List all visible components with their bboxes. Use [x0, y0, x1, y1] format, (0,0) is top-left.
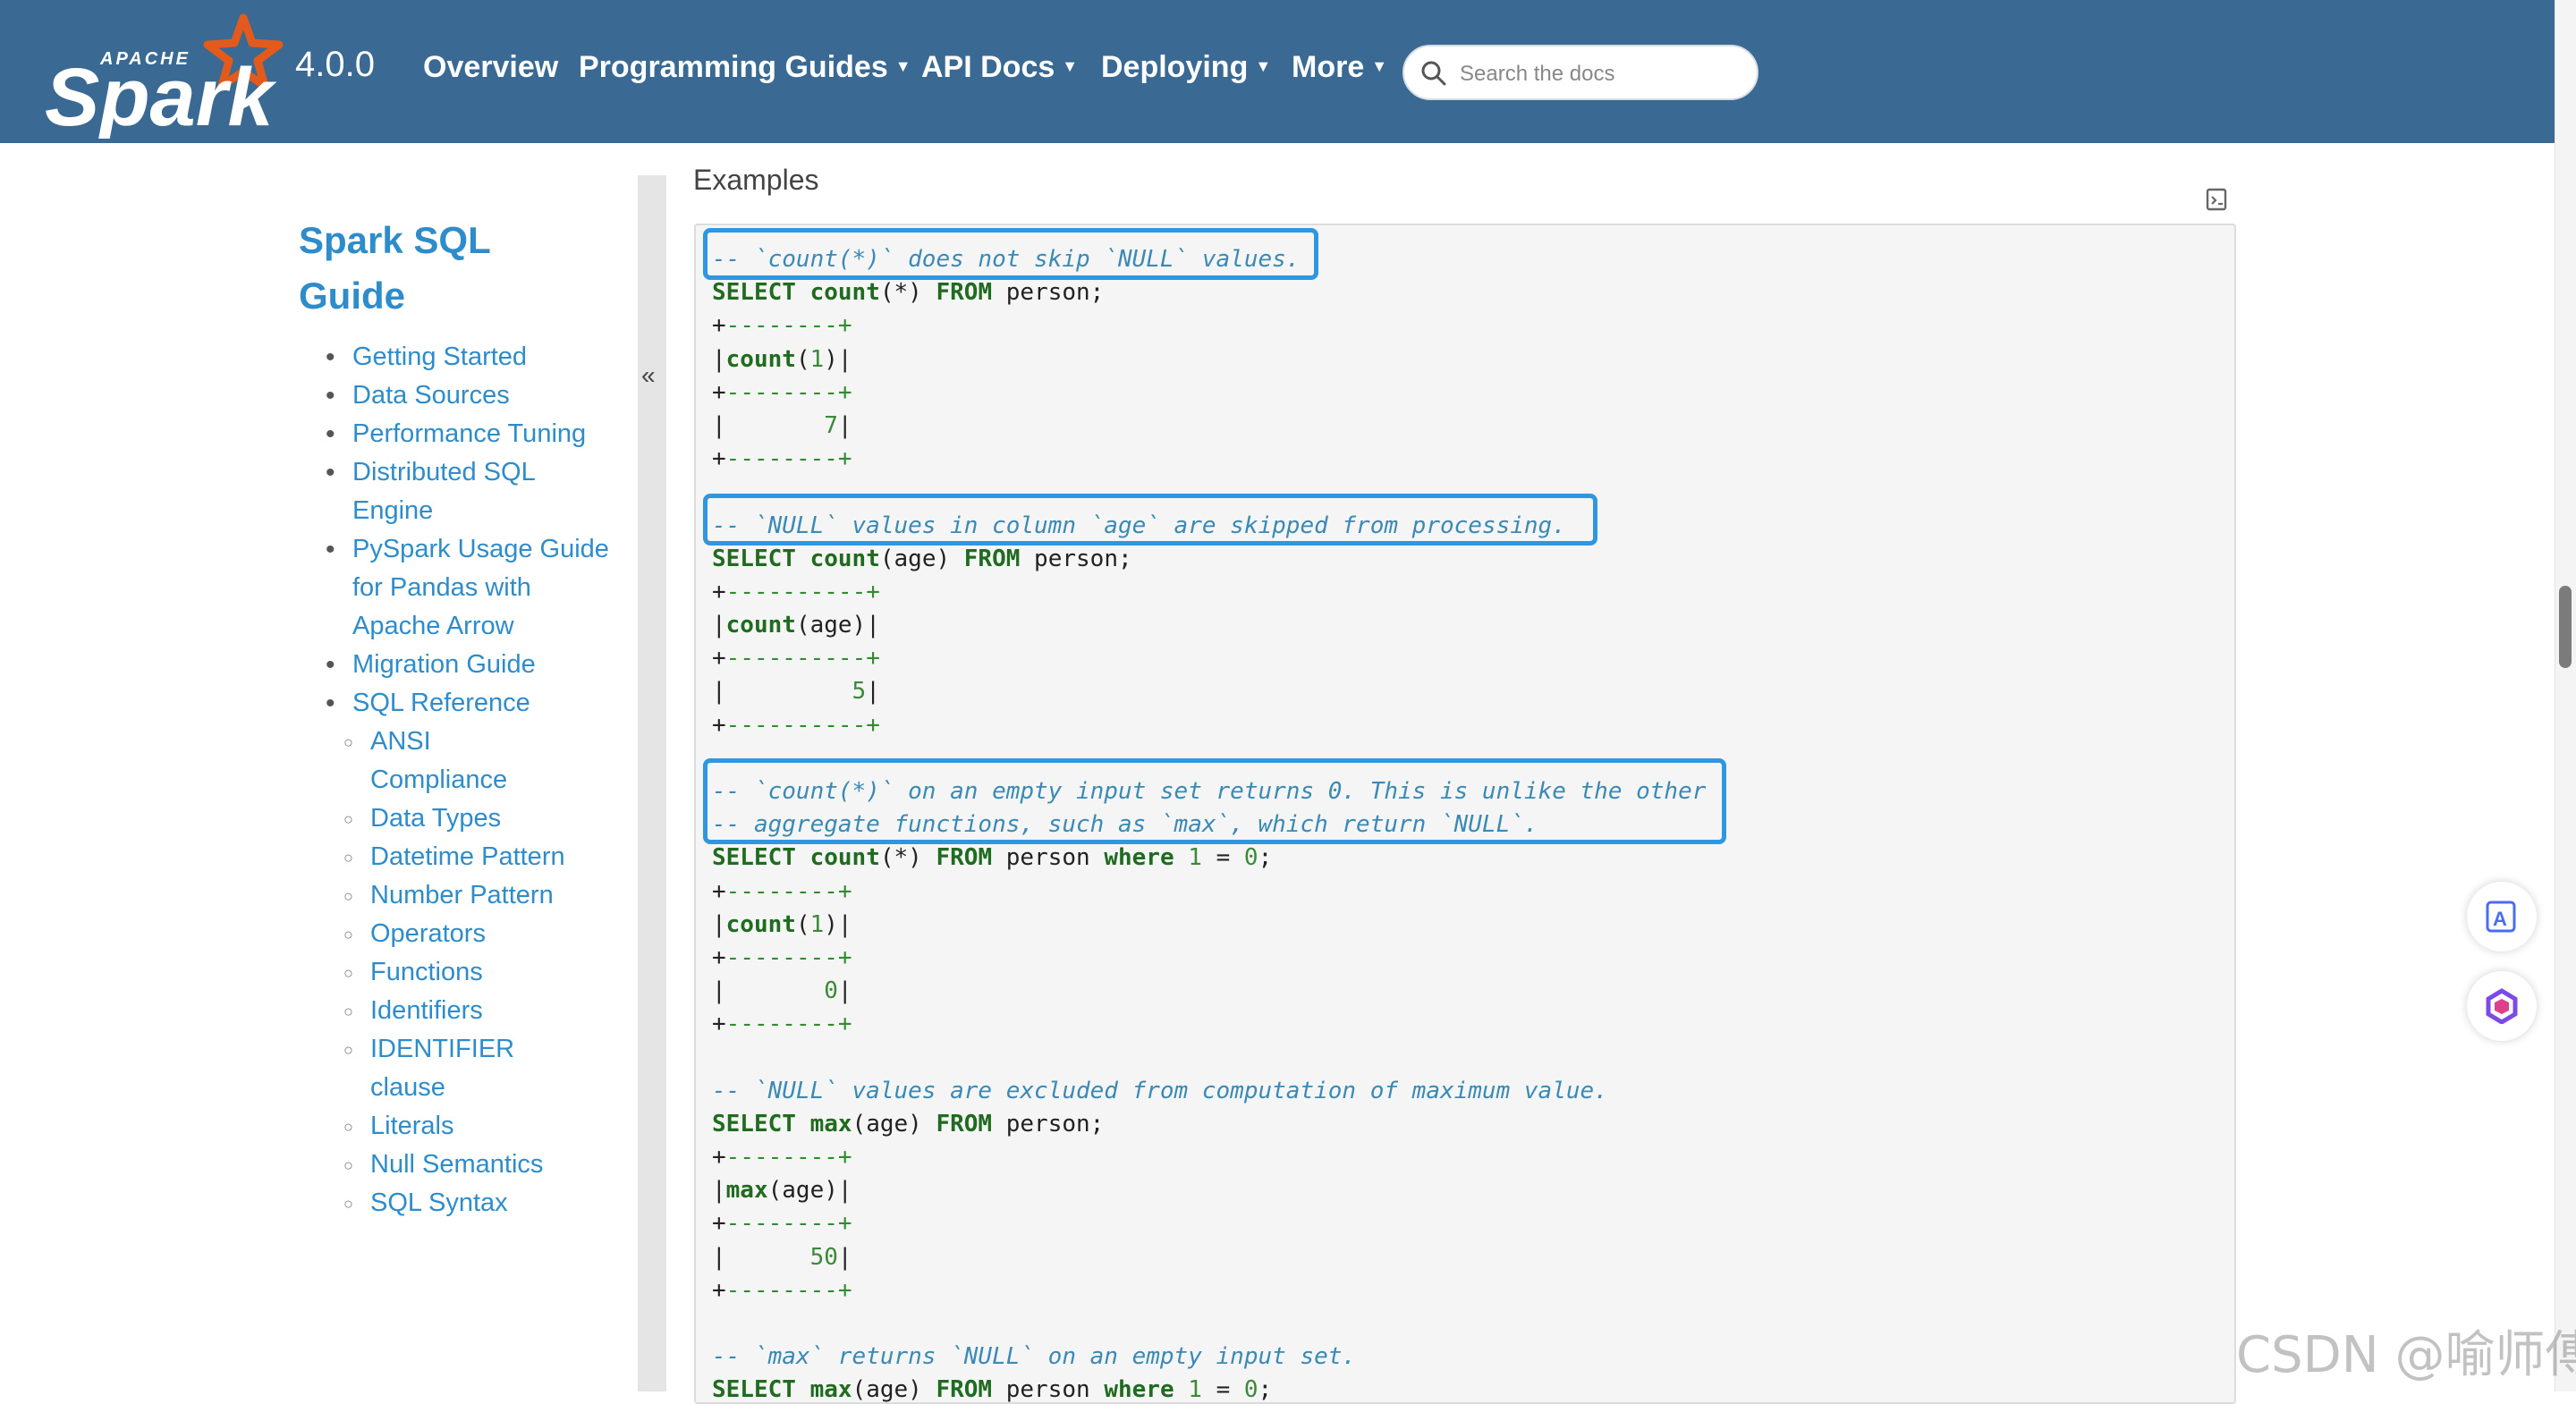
- scrollbar-thumb[interactable]: [2559, 586, 2572, 668]
- nav-deploying[interactable]: Deploying ▼: [1101, 50, 1271, 85]
- svg-text:Spark: Spark: [45, 52, 277, 139]
- code-line: | 5|: [712, 678, 880, 706]
- search-icon: [1421, 61, 1446, 86]
- code-line: | 7|: [712, 411, 852, 439]
- code-line: +----------+: [712, 645, 880, 672]
- csdn-watermark: CSDN @喻师傅: [2236, 1326, 2576, 1384]
- sidebar-item-pyspark-usage-guide[interactable]: PySpark Usage Guide for Pandas with Apac…: [299, 530, 612, 646]
- code-line: | 0|: [712, 977, 852, 1005]
- code-line: |count(1)|: [712, 910, 852, 938]
- sidebar-collapse-toggle[interactable]: «: [638, 175, 666, 1391]
- code-line: SELECT max(age) FROM person where 1 = 0;: [712, 1376, 1273, 1404]
- sidebar-item-sql-reference[interactable]: SQL Reference ANSI Compliance Data Types…: [299, 684, 639, 1223]
- assistant-button[interactable]: [2467, 971, 2537, 1041]
- sidebar-item-migration-guide[interactable]: Migration Guide: [299, 646, 639, 684]
- code-line: +--------+: [712, 1144, 852, 1171]
- sidebar-subnav: ANSI Compliance Data Types Datetime Patt…: [299, 723, 639, 1223]
- page-scrollbar[interactable]: [2555, 0, 2576, 1391]
- code-comment-line: -- `max` returns `NULL` on an empty inpu…: [712, 1343, 1357, 1371]
- code-line: +--------+: [712, 1210, 852, 1238]
- search-box[interactable]: [1402, 45, 1758, 100]
- code-line: +----------+: [712, 578, 880, 605]
- top-navbar: APACHE Spark 4.0.0 Overview Programming …: [0, 0, 2555, 143]
- copy-icon[interactable]: [2206, 188, 2229, 213]
- sidebar-subitem-data-types[interactable]: Data Types: [299, 799, 639, 839]
- nav-overview[interactable]: Overview: [423, 50, 558, 85]
- code-line: SELECT count(*) FROM person where 1 = 0;: [712, 844, 1273, 872]
- sidebar-item-getting-started[interactable]: Getting Started: [299, 338, 639, 376]
- sidebar-subitem-datetime-pattern[interactable]: Datetime Pattern: [299, 838, 567, 877]
- sidebar-nav: Getting Started Data Sources Performance…: [299, 338, 639, 1223]
- search-input[interactable]: [1458, 55, 1748, 93]
- sidebar-subitem-literals[interactable]: Literals: [299, 1107, 639, 1146]
- sidebar-subitem-number-pattern[interactable]: Number Pattern: [299, 876, 567, 916]
- code-line: +--------+: [712, 378, 852, 406]
- code-line: | 50|: [712, 1243, 852, 1271]
- nav-api-docs[interactable]: API Docs ▼: [921, 50, 1078, 85]
- chevron-down-icon: ▼: [1255, 57, 1272, 75]
- chevron-down-icon: ▼: [1062, 57, 1079, 75]
- sidebar-item-performance-tuning[interactable]: Performance Tuning: [299, 415, 639, 453]
- nav-programming-guides[interactable]: Programming Guides ▼: [579, 50, 911, 85]
- code-line: +--------+: [712, 1276, 852, 1304]
- code-line: SELECT count(age) FROM person;: [712, 545, 1132, 572]
- sidebar-subitem-null-semantics[interactable]: Null Semantics: [299, 1146, 639, 1185]
- translate-button[interactable]: A: [2467, 882, 2537, 952]
- code-line: +--------+: [712, 943, 852, 971]
- highlight-box: [703, 494, 1597, 546]
- sidebar-subitem-sql-syntax[interactable]: SQL Syntax: [299, 1184, 639, 1223]
- sidebar-item-data-sources[interactable]: Data Sources: [299, 376, 639, 415]
- sidebar: Spark SQLGuide Getting Started Data Sour…: [299, 213, 639, 1295]
- nav-more[interactable]: More ▼: [1292, 50, 1387, 85]
- code-line: |max(age)|: [712, 1177, 852, 1205]
- sidebar-item-distributed-sql-engine[interactable]: Distributed SQL Engine: [299, 453, 576, 530]
- chevron-down-icon: ▼: [894, 57, 911, 75]
- sidebar-subitem-identifier-clause[interactable]: IDENTIFIER clause: [299, 1030, 576, 1107]
- highlight-box: [703, 228, 1318, 280]
- assistant-icon: [2486, 988, 2518, 1024]
- apache-spark-logo[interactable]: APACHE Spark: [45, 9, 295, 139]
- sidebar-subitem-ansi-compliance[interactable]: ANSI Compliance: [299, 723, 567, 799]
- svg-text:A: A: [2493, 908, 2507, 930]
- code-line: +--------+: [712, 445, 852, 473]
- highlight-box: [703, 758, 1726, 844]
- sidebar-subitem-functions[interactable]: Functions: [299, 953, 639, 993]
- code-line: |count(1)|: [712, 345, 852, 373]
- chevron-down-icon: ▼: [1371, 57, 1388, 75]
- collapse-icon: «: [641, 361, 656, 389]
- code-line: SELECT count(*) FROM person;: [712, 279, 1105, 307]
- code-line: |count(age)|: [712, 612, 880, 639]
- code-line: +----------+: [712, 711, 880, 739]
- code-block[interactable]: -- `count(*)` does not skip `NULL` value…: [694, 224, 2236, 1404]
- translate-icon: A: [2486, 901, 2516, 933]
- sidebar-title[interactable]: Spark SQL Guide: [299, 213, 639, 324]
- version-label[interactable]: 4.0.0: [295, 45, 375, 85]
- examples-heading: Examples: [693, 164, 819, 196]
- sidebar-subitem-identifiers[interactable]: Identifiers: [299, 992, 639, 1031]
- code-line: +--------+: [712, 1011, 852, 1038]
- sidebar-subitem-operators[interactable]: Operators: [299, 915, 639, 954]
- code-line: +--------+: [712, 877, 852, 905]
- code-comment-line: -- `NULL` values are excluded from compu…: [712, 1077, 1608, 1104]
- code-line: SELECT max(age) FROM person;: [712, 1110, 1105, 1138]
- code-line: +--------+: [712, 312, 852, 340]
